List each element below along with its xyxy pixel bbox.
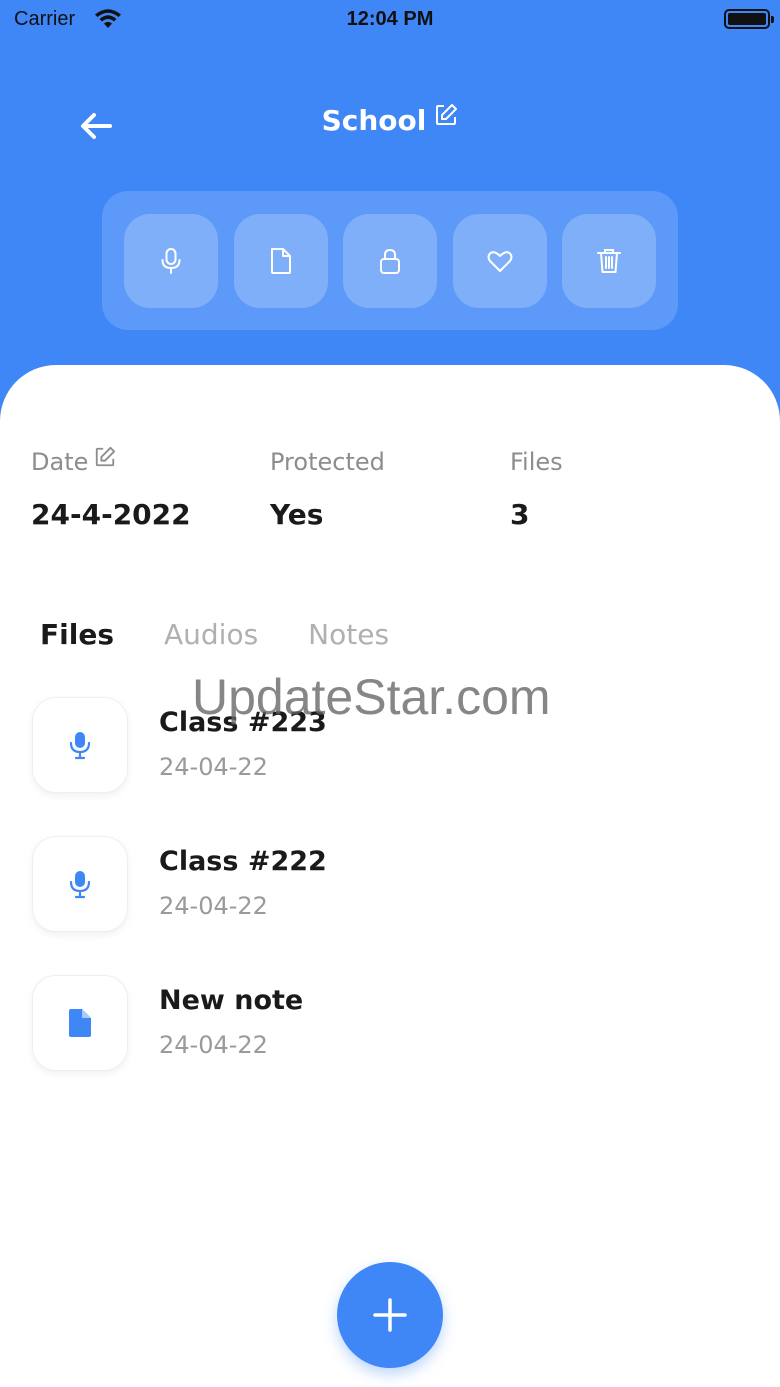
delete-button[interactable] — [562, 213, 656, 308]
files-count-value: 3 — [510, 498, 530, 531]
date-label: Date — [31, 448, 89, 476]
favorite-button[interactable] — [452, 213, 547, 308]
file-date: 24-04-22 — [159, 892, 268, 920]
microphone-icon — [69, 871, 91, 899]
list-item[interactable]: Class #222 24-04-22 — [32, 836, 732, 934]
edit-title-icon[interactable] — [434, 103, 458, 127]
plus-icon — [373, 1298, 407, 1332]
status-bar: Carrier 12:04 PM — [0, 0, 780, 44]
document-icon — [270, 247, 291, 274]
lock-button[interactable] — [343, 213, 437, 308]
add-button[interactable] — [337, 1262, 443, 1368]
battery-icon — [724, 9, 774, 29]
file-icon-box — [32, 836, 128, 932]
list-item[interactable]: Class #223 24-04-22 — [32, 697, 732, 795]
file-icon-box — [32, 697, 128, 793]
list-item[interactable]: New note 24-04-22 — [32, 975, 732, 1073]
protected-info: Protected Yes — [270, 448, 385, 531]
file-icon-box — [32, 975, 128, 1071]
record-audio-button[interactable] — [124, 213, 218, 308]
file-name: Class #222 — [159, 846, 327, 877]
tab-bar: Files Audios Notes — [40, 618, 389, 651]
trash-icon — [597, 248, 621, 273]
clock: 12:04 PM — [346, 8, 434, 30]
tab-files[interactable]: Files — [40, 618, 114, 651]
tab-notes[interactable]: Notes — [308, 618, 389, 651]
protected-label: Protected — [270, 448, 385, 476]
document-icon — [69, 1009, 91, 1037]
file-date: 24-04-22 — [159, 753, 268, 781]
tab-audios[interactable]: Audios — [164, 618, 258, 651]
title-wrap: School — [0, 103, 780, 137]
edit-date-icon[interactable] — [94, 446, 116, 468]
files-info: Files 3 — [510, 448, 563, 531]
page-title: School — [321, 104, 427, 137]
heart-icon — [487, 250, 512, 272]
file-name: New note — [159, 985, 304, 1016]
add-document-button[interactable] — [233, 213, 328, 308]
date-info: Date 24-4-2022 — [31, 446, 191, 531]
action-toolbar — [102, 191, 678, 330]
file-name: Class #223 — [159, 707, 327, 738]
protected-value: Yes — [270, 498, 324, 531]
microphone-icon — [69, 732, 91, 760]
date-value: 24-4-2022 — [31, 498, 191, 531]
microphone-icon — [161, 247, 181, 274]
lock-icon — [380, 248, 400, 274]
file-date: 24-04-22 — [159, 1031, 268, 1059]
files-count-label: Files — [510, 448, 563, 476]
